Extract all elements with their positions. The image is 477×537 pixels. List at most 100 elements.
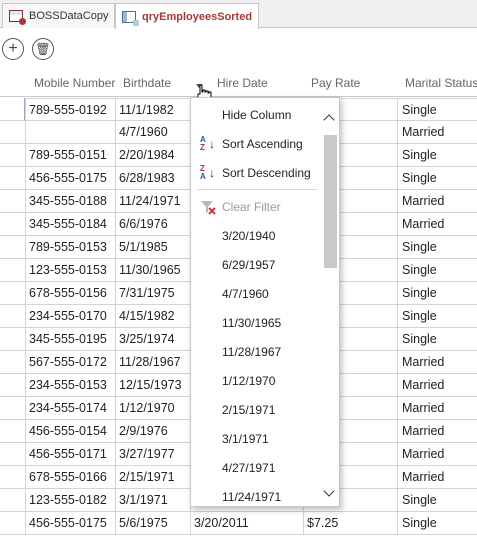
document-tab-bar: BOSSDataCopy qryEmployeesSorted bbox=[0, 0, 477, 29]
marital-status-cell[interactable]: Married bbox=[397, 374, 477, 397]
pay-rate-cell[interactable]: $7.25 bbox=[303, 512, 397, 535]
birthdate-cell[interactable]: 11/24/1971 bbox=[115, 190, 190, 213]
mobile-number-cell[interactable]: 789-555-0153 bbox=[25, 236, 115, 259]
filter-value-item[interactable]: 6/29/1957 bbox=[191, 251, 323, 280]
clear-filter-menu-item: Clear Filter bbox=[191, 195, 323, 219]
column-header-birthdate[interactable]: Birthdate bbox=[123, 74, 171, 94]
hide-column-menu-item[interactable]: Hide Column bbox=[191, 103, 323, 127]
marital-status-cell[interactable]: Married bbox=[397, 420, 477, 443]
table-icon bbox=[9, 10, 26, 25]
birthdate-cell[interactable]: 11/30/1965 bbox=[115, 259, 190, 282]
scroll-up-icon[interactable] bbox=[323, 114, 335, 126]
marital-status-cell[interactable]: Married bbox=[397, 397, 477, 420]
mobile-number-cell[interactable]: 345-555-0184 bbox=[25, 213, 115, 236]
birthdate-cell[interactable]: 6/28/1983 bbox=[115, 167, 190, 190]
filter-value-item[interactable]: 1/12/1970 bbox=[191, 367, 323, 396]
birthdate-cell[interactable]: 3/25/1974 bbox=[115, 328, 190, 351]
mobile-number-cell[interactable]: 789-555-0192 bbox=[25, 98, 115, 121]
marital-status-cell[interactable]: Single bbox=[397, 305, 477, 328]
filter-value-item[interactable]: 11/28/1967 bbox=[191, 338, 323, 367]
menu-item-label: Sort Descending bbox=[222, 166, 311, 180]
sort-descending-menu-item[interactable]: Z A ↓ Sort Descending bbox=[191, 161, 323, 185]
mobile-number-cell[interactable]: 234-555-0153 bbox=[25, 374, 115, 397]
tab-label: BOSSDataCopy bbox=[29, 10, 109, 22]
column-header-mobile-number[interactable]: Mobile Number bbox=[34, 74, 115, 94]
marital-status-cell[interactable]: Married bbox=[397, 121, 477, 144]
mobile-number-cell[interactable]: 123-555-0182 bbox=[25, 489, 115, 512]
delete-record-button[interactable]: 🗑 bbox=[32, 38, 54, 60]
birthdate-cell[interactable]: 3/1/1971 bbox=[115, 489, 190, 512]
filter-value-item[interactable]: 4/7/1960 bbox=[191, 280, 323, 309]
column-filter-menu: Hide Column A Z ↓ Sort Ascending Z A ↓ Sort … bbox=[190, 97, 340, 507]
marital-status-cell[interactable]: Married bbox=[397, 190, 477, 213]
birthdate-cell[interactable]: 2/9/1976 bbox=[115, 420, 190, 443]
scroll-down-icon[interactable] bbox=[323, 485, 335, 497]
mobile-number-cell[interactable]: 789-555-0151 bbox=[25, 144, 115, 167]
mobile-number-cell[interactable]: 456-555-0175 bbox=[25, 167, 115, 190]
table-row[interactable]: 456-555-0175 5/6/1975 3/20/2011 $7.25 Single bbox=[0, 512, 477, 535]
birthdate-cell[interactable]: 4/15/1982 bbox=[115, 305, 190, 328]
mobile-number-cell[interactable]: 345-555-0188 bbox=[25, 190, 115, 213]
birthdate-cell[interactable]: 7/31/1975 bbox=[115, 282, 190, 305]
marital-status-cell[interactable]: Married bbox=[397, 351, 477, 374]
record-selector[interactable] bbox=[0, 98, 25, 121]
clear-filter-icon bbox=[200, 199, 216, 215]
birthdate-cell[interactable]: 11/28/1967 bbox=[115, 351, 190, 374]
filter-value-item[interactable]: 11/24/1971 bbox=[191, 483, 323, 512]
filter-value-item[interactable]: 11/30/1965 bbox=[191, 309, 323, 338]
mobile-number-cell[interactable] bbox=[25, 121, 115, 144]
marital-status-cell[interactable]: Single bbox=[397, 98, 477, 121]
mobile-number-cell[interactable]: 456-555-0154 bbox=[25, 420, 115, 443]
birthdate-cell[interactable]: 2/15/1971 bbox=[115, 466, 190, 489]
scrollbar-thumb[interactable] bbox=[324, 135, 337, 268]
marital-status-cell[interactable]: Married bbox=[397, 213, 477, 236]
mobile-number-cell[interactable]: 345-555-0195 bbox=[25, 328, 115, 351]
mobile-number-cell[interactable]: 678-555-0166 bbox=[25, 466, 115, 489]
mobile-number-cell[interactable]: 123-555-0153 bbox=[25, 259, 115, 282]
birthdate-cell[interactable]: 1/12/1970 bbox=[115, 397, 190, 420]
marital-status-cell[interactable]: Single bbox=[397, 259, 477, 282]
sort-ascending-menu-item[interactable]: A Z ↓ Sort Ascending bbox=[191, 132, 323, 156]
tab-label: qryEmployeesSorted bbox=[142, 10, 253, 23]
filter-value-item[interactable]: 3/20/1940 bbox=[191, 222, 323, 251]
mobile-number-cell[interactable]: 678-555-0156 bbox=[25, 282, 115, 305]
column-header-marital-status[interactable]: Marital Status bbox=[405, 74, 477, 94]
birthdate-cell[interactable]: 6/6/1976 bbox=[115, 213, 190, 236]
mobile-number-cell[interactable]: 456-555-0171 bbox=[25, 443, 115, 466]
mobile-number-cell[interactable]: 234-555-0174 bbox=[25, 397, 115, 420]
birthdate-cell[interactable]: 5/1/1985 bbox=[115, 236, 190, 259]
marital-status-cell[interactable]: Single bbox=[397, 167, 477, 190]
menu-scrollbar[interactable] bbox=[323, 112, 337, 504]
marital-status-cell[interactable]: Single bbox=[397, 512, 477, 535]
marital-status-cell[interactable]: Single bbox=[397, 236, 477, 259]
hire-date-cell[interactable]: 3/20/2011 bbox=[190, 512, 303, 535]
birthdate-cell[interactable]: 5/6/1975 bbox=[115, 512, 190, 535]
tab-qryemployeessorted[interactable]: qryEmployeesSorted bbox=[115, 3, 259, 29]
birthdate-cell[interactable]: 4/7/1960 bbox=[115, 121, 190, 144]
menu-item-label: Sort Ascending bbox=[222, 137, 303, 151]
marital-status-cell[interactable]: Single bbox=[397, 282, 477, 305]
mobile-number-cell[interactable]: 456-555-0175 bbox=[25, 512, 115, 535]
filter-value-item[interactable]: 4/27/1971 bbox=[191, 454, 323, 483]
mobile-number-cell[interactable]: 234-555-0170 bbox=[25, 305, 115, 328]
sort-ascending-icon: A Z ↓ bbox=[200, 135, 215, 152]
mobile-number-cell[interactable]: 567-555-0172 bbox=[25, 351, 115, 374]
filter-value-item[interactable]: 3/1/1971 bbox=[191, 425, 323, 454]
column-header-pay-rate[interactable]: Pay Rate bbox=[311, 74, 360, 94]
menu-item-label: Clear Filter bbox=[222, 200, 281, 214]
tab-bossdatacopy[interactable]: BOSSDataCopy bbox=[2, 3, 115, 28]
marital-status-cell[interactable]: Single bbox=[397, 489, 477, 512]
column-header-hire-date[interactable]: Hire Date bbox=[217, 74, 268, 94]
marital-status-cell[interactable]: Married bbox=[397, 443, 477, 466]
marital-status-cell[interactable]: Single bbox=[397, 328, 477, 351]
marital-status-cell[interactable]: Married bbox=[397, 466, 477, 489]
marital-status-cell[interactable]: Single bbox=[397, 144, 477, 167]
birthdate-cell[interactable]: 12/15/1973 bbox=[115, 374, 190, 397]
birthdate-cell[interactable]: 3/27/1977 bbox=[115, 443, 190, 466]
plus-icon: + bbox=[8, 40, 18, 57]
add-record-button[interactable]: + bbox=[2, 38, 24, 60]
birthdate-cell[interactable]: 2/20/1984 bbox=[115, 144, 190, 167]
trash-icon: 🗑 bbox=[35, 42, 51, 56]
birthdate-cell[interactable]: 11/1/1982 bbox=[115, 98, 190, 121]
filter-value-item[interactable]: 2/15/1971 bbox=[191, 396, 323, 425]
